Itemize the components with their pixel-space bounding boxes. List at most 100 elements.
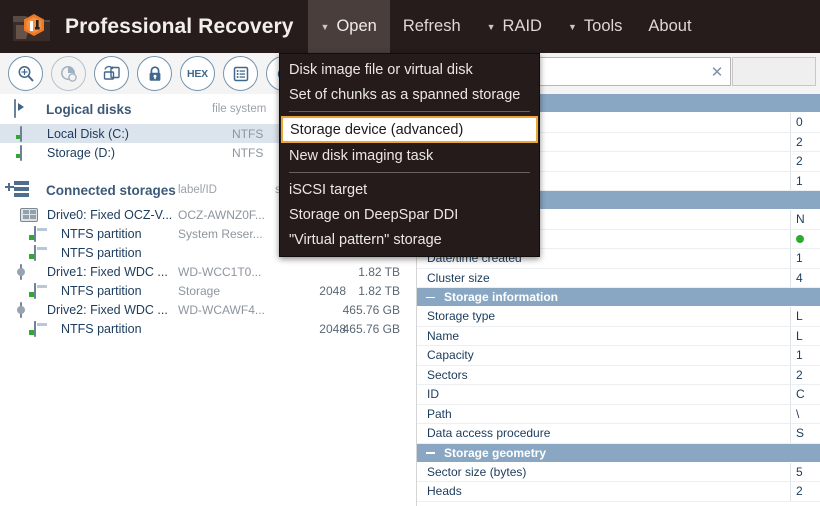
list-item-label: WD-WCAWF4... <box>178 302 265 317</box>
menu-item-tools[interactable]: ▼ Tools <box>555 0 635 53</box>
section-header[interactable]: Storage geometry <box>417 443 820 463</box>
property-key: Storage type <box>427 309 496 324</box>
property-row[interactable]: Heads 2 <box>417 482 820 502</box>
list-item-name: NTFS partition <box>61 245 142 260</box>
list-item[interactable]: NTFS partition 2048 465.76 GB <box>0 319 416 338</box>
menu-item-tools-label: Tools <box>583 17 623 35</box>
brand: Professional Recovery <box>0 0 308 53</box>
lock-icon[interactable] <box>137 56 172 91</box>
menu-option-virtual-pattern-storage[interactable]: "Virtual pattern" storage <box>280 227 539 252</box>
pie-chart-icon[interactable] <box>51 56 86 91</box>
hex-label: HEX <box>187 67 208 80</box>
property-value: L <box>790 307 820 326</box>
menu-separator <box>289 172 530 173</box>
list-item-name: Drive2: Fixed WDC ... <box>47 302 168 317</box>
menu-option-label: "Virtual pattern" storage <box>289 231 442 248</box>
hdd-icon <box>20 301 39 318</box>
list-item-label: Storage <box>178 283 221 298</box>
menu-item-open-label: Open <box>336 17 377 35</box>
property-key: ID <box>427 387 439 402</box>
menu-separator <box>289 111 530 112</box>
list-item[interactable]: NTFS partition Storage 2048 1.82 TB <box>0 281 416 300</box>
partition-icon <box>34 225 53 242</box>
menu-bar: ▼ Open Refresh ▼ RAID ▼ Tools About <box>307 0 705 53</box>
volume-icon <box>20 125 39 142</box>
property-value: 0 <box>790 113 820 132</box>
list-item-filesystem: NTFS <box>232 145 264 160</box>
property-value: 2 <box>790 152 820 171</box>
menu-option-deepspar-ddi[interactable]: Storage on DeepSpar DDI <box>280 202 539 227</box>
status-badge <box>790 229 820 248</box>
property-row[interactable]: Sectors 2 <box>417 365 820 385</box>
property-key: Sectors <box>427 367 468 382</box>
property-row[interactable]: Capacity 1 <box>417 346 820 366</box>
section-header[interactable]: Storage information <box>417 288 820 307</box>
disk-copy-icon[interactable] <box>94 56 129 91</box>
property-value: L <box>790 326 820 345</box>
property-value: 4 <box>790 268 820 287</box>
menu-item-refresh-label: Refresh <box>402 17 461 35</box>
menu-option-new-disk-imaging-task[interactable]: New disk imaging task <box>280 143 539 168</box>
property-value: 2 <box>790 365 820 384</box>
close-icon[interactable]: ✕ <box>704 58 730 85</box>
property-value: 1 <box>790 171 820 190</box>
ssd-icon <box>20 207 39 222</box>
property-key: Heads <box>427 484 462 499</box>
list-item-size: 1.82 TB <box>358 264 400 279</box>
title-bar: Professional Recovery ▼ Open Refresh ▼ R… <box>0 0 820 53</box>
property-value: 2 <box>790 482 820 501</box>
menu-item-open[interactable]: ▼ Open <box>307 0 390 53</box>
property-key: Name <box>427 328 460 343</box>
menu-item-about[interactable]: About <box>635 0 704 53</box>
magnifier-scan-icon[interactable] <box>8 56 43 91</box>
list-item-size: 1.82 TB <box>358 283 400 298</box>
menu-option-label: Set of chunks as a spanned storage <box>289 86 521 103</box>
chevron-down-icon: ▼ <box>567 22 577 32</box>
menu-option-iscsi-target[interactable]: iSCSI target <box>280 177 539 202</box>
list-item-name: NTFS partition <box>61 283 142 298</box>
property-row[interactable]: Path \ <box>417 404 820 424</box>
menu-option-label: New disk imaging task <box>289 147 434 164</box>
menu-option-disk-image-file[interactable]: Disk image file or virtual disk <box>280 57 539 82</box>
property-key: Capacity <box>427 348 474 363</box>
property-row[interactable]: ID C <box>417 385 820 405</box>
menu-item-about-label: About <box>648 17 692 35</box>
hex-icon[interactable]: HEX <box>180 56 215 91</box>
app-logo-icon <box>10 8 54 46</box>
menu-option-set-of-chunks[interactable]: Set of chunks as a spanned storage <box>280 82 539 107</box>
menu-option-label: Storage device (advanced) <box>290 121 464 138</box>
property-row[interactable]: Name L <box>417 326 820 346</box>
list-icon[interactable] <box>223 56 258 91</box>
minus-icon[interactable] <box>425 447 436 458</box>
property-value: S <box>790 424 820 443</box>
property-row[interactable]: Data access procedure S <box>417 424 820 444</box>
property-key: Path <box>427 406 452 421</box>
property-row[interactable]: Sector size (bytes) 5 <box>417 462 820 482</box>
list-item-name: Drive0: Fixed OCZ-V... <box>47 207 173 222</box>
server-icon <box>5 181 36 199</box>
property-row[interactable]: Storage type L <box>417 307 820 327</box>
list-item-label: WD-WCC1T0... <box>178 264 262 279</box>
menu-option-storage-device-advanced[interactable]: Storage device (advanced) <box>281 116 538 143</box>
list-item[interactable]: Drive1: Fixed WDC ... WD-WCC1T0... 1.82 … <box>0 262 416 281</box>
partition-icon <box>34 244 53 261</box>
column-header-label-id: label/ID <box>178 184 217 196</box>
list-item[interactable]: Drive2: Fixed WDC ... WD-WCAWF4... 465.7… <box>0 300 416 319</box>
minus-icon[interactable] <box>425 292 436 303</box>
menu-item-refresh[interactable]: Refresh <box>390 0 474 53</box>
property-row[interactable]: Cluster size 4 <box>417 268 820 288</box>
volume-icon <box>20 144 39 161</box>
property-value: \ <box>790 404 820 423</box>
app-title: Professional Recovery <box>65 14 294 38</box>
hdd-icon <box>20 263 39 280</box>
property-value: 1 <box>790 249 820 268</box>
toolbar-right-box[interactable] <box>732 57 816 86</box>
property-value: 5 <box>790 462 820 481</box>
list-item-size: 465.76 GB <box>342 302 400 317</box>
menu-item-raid[interactable]: ▼ RAID <box>474 0 555 53</box>
property-key: Cluster size <box>427 270 490 285</box>
property-key: Sector size (bytes) <box>427 464 527 479</box>
partition-icon <box>34 282 53 299</box>
chevron-down-icon: ▼ <box>486 22 496 32</box>
menu-option-label: Storage on DeepSpar DDI <box>289 206 459 223</box>
